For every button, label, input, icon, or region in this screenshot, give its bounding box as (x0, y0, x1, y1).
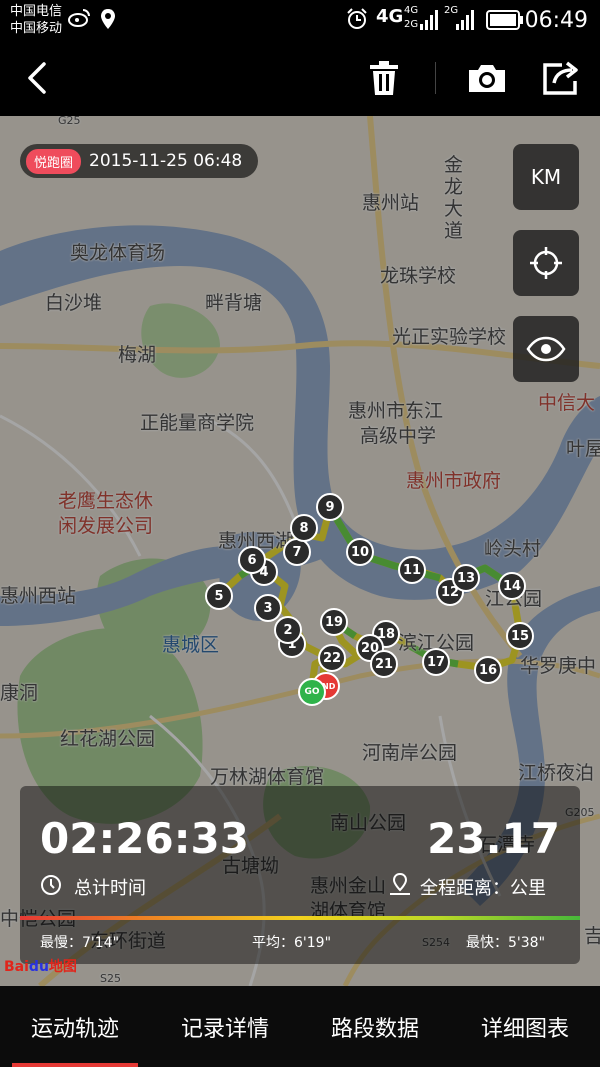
tab-detailed-charts[interactable]: 详细图表 (450, 986, 600, 1067)
checkpoint-marker[interactable]: 21 (370, 650, 398, 678)
checkpoint-marker[interactable]: 16 (474, 656, 502, 684)
stats-panel: 02:26:33 23.17 总计时间 全程距离：公里 最慢：7'14" 平均：… (20, 786, 580, 964)
trash-icon (370, 61, 398, 95)
network-2g-small: 2G (404, 19, 419, 30)
checkpoint-marker[interactable]: 22 (318, 644, 346, 672)
checkpoint-marker[interactable]: 10 (346, 538, 374, 566)
carrier-2: 中国移动 (10, 21, 63, 36)
camera-button[interactable] (463, 54, 511, 102)
run-datetime: 2015-11-25 06:48 (89, 151, 243, 171)
toolbar (0, 40, 600, 116)
clock: 06:49 (524, 8, 588, 33)
eye-icon (526, 336, 566, 362)
weibo-icon (68, 8, 90, 32)
checkpoint-marker[interactable]: 8 (290, 514, 318, 542)
total-time-label: 总计时间 (74, 878, 146, 899)
checkpoint-marker[interactable]: 19 (320, 608, 348, 636)
unit-toggle-button[interactable]: KM (513, 144, 579, 210)
checkpoint-marker[interactable]: 7 (283, 538, 311, 566)
signal-icon-2 (456, 8, 474, 34)
checkpoint-marker[interactable]: 13 (452, 564, 480, 592)
back-button[interactable] (14, 54, 62, 102)
checkpoint-marker[interactable]: 2 (274, 616, 302, 644)
checkpoint-marker[interactable]: 3 (254, 594, 282, 622)
status-bar: 中国电信 中国移动 4G 4G 2G 2G 06:49 (0, 0, 600, 40)
tab-segment-data[interactable]: 路段数据 (300, 986, 450, 1067)
alarm-icon (346, 8, 368, 34)
crosshair-icon (530, 247, 562, 279)
visibility-button[interactable] (513, 316, 579, 382)
locate-button[interactable] (513, 230, 579, 296)
pace-gradient-bar (20, 916, 580, 920)
slowest-pace: 最慢：7'14" (40, 935, 120, 951)
delete-button[interactable] (360, 54, 408, 102)
run-tag: 悦跑圈 2015-11-25 06:48 (20, 144, 259, 178)
toolbar-divider (435, 62, 436, 94)
location-icon (100, 8, 116, 34)
carrier-1: 中国电信 (10, 4, 63, 19)
average-pace: 平均：6'19" (252, 935, 332, 951)
clock-icon (41, 875, 61, 895)
camera-icon (469, 65, 505, 92)
checkpoint-marker[interactable]: 11 (398, 556, 426, 584)
total-time-value: 02:26:33 (40, 814, 249, 863)
checkpoint-marker[interactable]: 6 (238, 546, 266, 574)
bottom-tab-bar: 运动轨迹 记录详情 路段数据 详细图表 (0, 986, 600, 1067)
tab-record-details[interactable]: 记录详情 (150, 986, 300, 1067)
checkpoint-marker[interactable]: 14 (498, 572, 526, 600)
battery-icon (486, 10, 524, 34)
network-4g-small: 4G (404, 5, 419, 16)
distance-icon (390, 872, 410, 895)
app-badge: 悦跑圈 (26, 148, 82, 174)
share-button[interactable] (537, 54, 585, 102)
checkpoint-marker[interactable]: 17 (422, 648, 450, 676)
baidu-map-logo: Baidu地图 (4, 959, 77, 975)
chevron-left-icon (28, 62, 46, 94)
checkpoint-marker[interactable]: 5 (205, 582, 233, 610)
signal-icon-1 (420, 8, 438, 34)
route-map[interactable]: 惠州站 金 龙 大 道 龙珠学校 奥龙体育场 白沙堆 畔背塘 梅湖 光正实验学校… (0, 116, 600, 986)
unit-label: KM (530, 165, 562, 189)
checkpoint-marker[interactable]: 15 (506, 622, 534, 650)
share-icon (543, 61, 578, 95)
checkpoint-marker[interactable]: 9 (316, 493, 344, 521)
fastest-pace: 最快：5'38" (466, 935, 546, 951)
network-4g: 4G (376, 6, 404, 27)
total-distance-value: 23.17 (427, 814, 560, 863)
tab-route[interactable]: 运动轨迹 (0, 986, 150, 1067)
start-marker[interactable]: GO (298, 678, 326, 706)
total-distance-label: 全程距离：公里 (420, 878, 546, 899)
carrier-info: 中国电信 中国移动 (10, 3, 62, 37)
